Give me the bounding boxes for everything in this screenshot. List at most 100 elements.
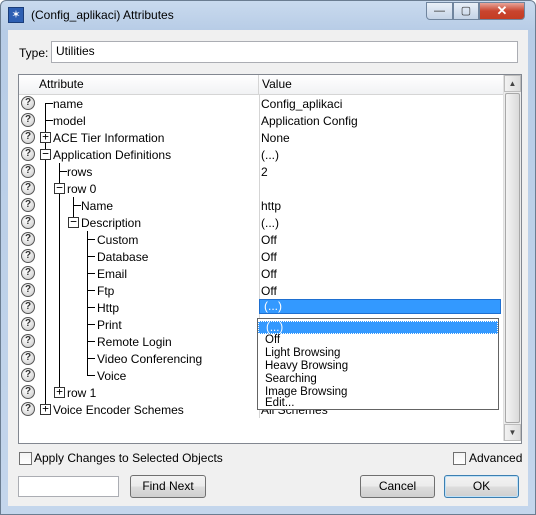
- question-mark-icon[interactable]: ?: [21, 402, 35, 416]
- table-row[interactable]: ? − Application Definitions (...): [19, 146, 503, 163]
- value-cell[interactable]: Off: [261, 283, 277, 299]
- expand-toggle[interactable]: +: [40, 131, 51, 143]
- value-cell[interactable]: (...): [261, 147, 279, 163]
- attribute-cell: Print: [39, 316, 260, 333]
- scroll-up-icon[interactable]: ▲: [504, 75, 521, 92]
- table-row[interactable]: ? model Application Config: [19, 112, 503, 129]
- advanced-checkbox[interactable]: [453, 452, 466, 465]
- attribute-label: Email: [97, 267, 128, 281]
- attribute-label: Http: [97, 301, 120, 315]
- question-mark-icon[interactable]: ?: [21, 147, 35, 161]
- question-mark-icon[interactable]: ?: [21, 283, 35, 297]
- question-mark-icon[interactable]: ?: [21, 317, 35, 331]
- vertical-scrollbar[interactable]: ▲ ▼: [503, 75, 521, 441]
- expand-toggle[interactable]: +: [40, 403, 51, 415]
- attribute-cell: Name: [39, 197, 260, 214]
- maximize-button[interactable]: ▢: [453, 2, 479, 20]
- attribute-label: row 1: [67, 386, 97, 400]
- question-mark-icon[interactable]: ?: [21, 198, 35, 212]
- apply-changes-checkbox[interactable]: [19, 452, 32, 465]
- value-cell[interactable]: None: [261, 130, 290, 146]
- attribute-cell: name: [39, 95, 260, 112]
- dropdown-option[interactable]: Edit...: [258, 397, 498, 410]
- question-mark-icon[interactable]: ?: [21, 215, 35, 229]
- value-cell[interactable]: Off: [261, 266, 277, 282]
- attribute-label: model: [53, 114, 86, 128]
- question-mark-icon[interactable]: ?: [21, 181, 35, 195]
- attribute-cell: + row 1: [39, 384, 260, 401]
- table-row[interactable]: ? Name http: [19, 197, 503, 214]
- value-cell[interactable]: Off: [261, 249, 277, 265]
- dropdown-option[interactable]: Heavy Browsing: [258, 360, 498, 373]
- attribute-cell: rows: [39, 163, 260, 180]
- value-cell[interactable]: http: [261, 198, 281, 214]
- type-field[interactable]: Utilities: [51, 41, 518, 63]
- question-mark-icon[interactable]: ?: [21, 96, 35, 110]
- advanced-label[interactable]: Advanced: [469, 451, 522, 465]
- question-mark-icon[interactable]: ?: [21, 113, 35, 127]
- attribute-cell: model: [39, 112, 260, 129]
- table-row[interactable]: ? Custom Off: [19, 231, 503, 248]
- table-row[interactable]: ? rows 2: [19, 163, 503, 180]
- dialog-client: Type: Utilities Attribute Value ? name C…: [8, 30, 528, 506]
- ok-button[interactable]: OK: [444, 475, 519, 498]
- attribute-cell: − Description: [39, 214, 260, 231]
- value-cell[interactable]: 2: [261, 164, 268, 180]
- http-value-combobox[interactable]: (...): [259, 299, 501, 314]
- attribute-cell: Custom: [39, 231, 260, 248]
- dropdown-option[interactable]: Searching: [258, 373, 498, 386]
- value-cell[interactable]: Config_aplikaci: [261, 96, 342, 112]
- question-mark-icon[interactable]: ?: [21, 334, 35, 348]
- attribute-label: Voice: [97, 369, 127, 383]
- close-button[interactable]: ✕: [479, 2, 525, 20]
- column-header-attribute[interactable]: Attribute: [19, 75, 259, 94]
- table-row[interactable]: ? Database Off: [19, 248, 503, 265]
- dropdown-option[interactable]: Off: [258, 334, 498, 347]
- find-input[interactable]: [18, 476, 119, 497]
- minimize-button[interactable]: —: [426, 2, 453, 20]
- table-row[interactable]: ? name Config_aplikaci: [19, 95, 503, 112]
- collapse-toggle[interactable]: −: [68, 216, 79, 228]
- value-cell[interactable]: Application Config: [261, 113, 358, 129]
- table-row[interactable]: ? Ftp Off: [19, 282, 503, 299]
- attribute-cell: − Application Definitions: [39, 146, 260, 163]
- attribute-label: Database: [97, 250, 149, 264]
- question-mark-icon[interactable]: ?: [21, 232, 35, 246]
- collapse-toggle[interactable]: −: [40, 148, 51, 160]
- cancel-button[interactable]: Cancel: [360, 475, 435, 498]
- table-row[interactable]: ? Http (...): [19, 299, 503, 316]
- http-value-dropdown-list[interactable]: (...) Off Light Browsing Heavy Browsing …: [257, 318, 499, 410]
- attribute-cell: Voice: [39, 367, 260, 384]
- question-mark-icon[interactable]: ?: [21, 266, 35, 280]
- table-row[interactable]: ? − row 0: [19, 180, 503, 197]
- collapse-toggle[interactable]: −: [54, 182, 65, 194]
- table-row[interactable]: ? + ACE Tier Information None: [19, 129, 503, 146]
- table-row[interactable]: ? Email Off: [19, 265, 503, 282]
- column-header-value[interactable]: Value: [260, 75, 292, 94]
- attribute-cell: + Voice Encoder Schemes: [39, 401, 260, 418]
- attribute-label: row 0: [67, 182, 97, 196]
- question-mark-icon[interactable]: ?: [21, 368, 35, 382]
- attribute-cell: Ftp: [39, 282, 260, 299]
- question-mark-icon[interactable]: ?: [21, 164, 35, 178]
- expand-toggle[interactable]: +: [54, 386, 65, 398]
- attribute-cell: Database: [39, 248, 260, 265]
- question-mark-icon[interactable]: ?: [21, 130, 35, 144]
- question-mark-icon[interactable]: ?: [21, 249, 35, 263]
- attribute-label: Remote Login: [97, 335, 172, 349]
- question-mark-icon[interactable]: ?: [21, 351, 35, 365]
- find-next-button[interactable]: Find Next: [130, 475, 206, 498]
- question-mark-icon[interactable]: ?: [21, 385, 35, 399]
- apply-changes-label[interactable]: Apply Changes to Selected Objects: [34, 451, 223, 465]
- value-cell[interactable]: (...): [261, 215, 279, 231]
- scroll-down-icon[interactable]: ▼: [504, 424, 521, 441]
- attribute-label: ACE Tier Information: [53, 131, 165, 145]
- value-cell[interactable]: Off: [261, 232, 277, 248]
- dropdown-option[interactable]: (...): [258, 321, 498, 334]
- title-bar[interactable]: ✶ (Config_aplikaci) Attributes — ▢ ✕: [1, 1, 535, 29]
- table-row[interactable]: ? − Description (...): [19, 214, 503, 231]
- dropdown-option[interactable]: Light Browsing: [258, 347, 498, 360]
- scroll-thumb[interactable]: [505, 93, 520, 423]
- question-mark-icon[interactable]: ?: [21, 300, 35, 314]
- attribute-label: Video Conferencing: [97, 352, 203, 366]
